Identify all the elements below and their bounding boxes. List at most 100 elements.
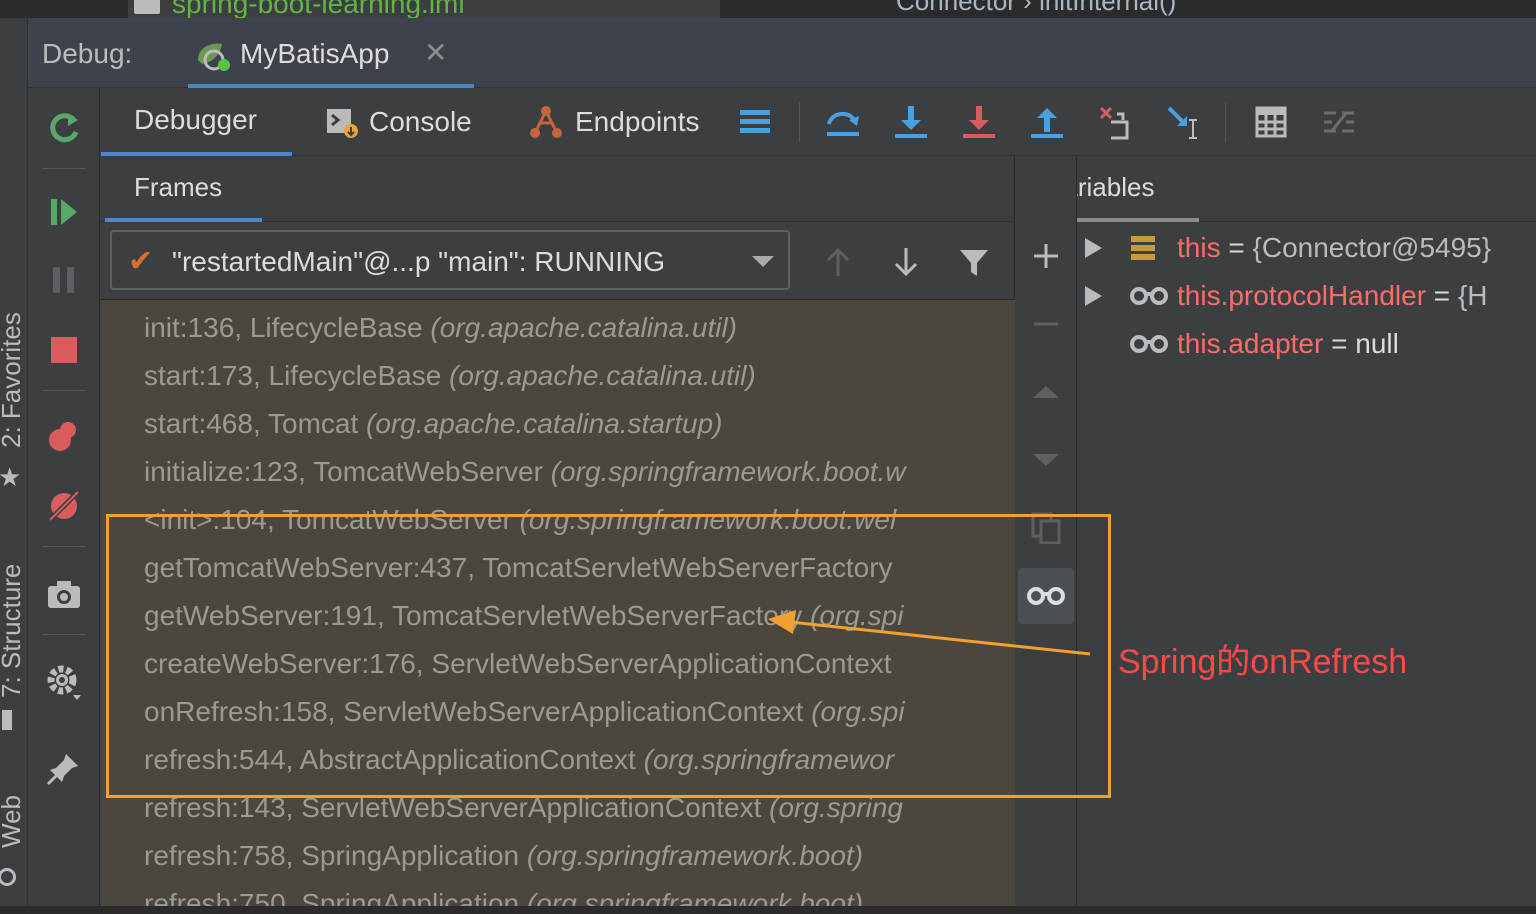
remove-watch-icon[interactable] bbox=[1026, 304, 1066, 344]
resume-program-icon[interactable] bbox=[44, 192, 84, 232]
variable-equals: = bbox=[1220, 232, 1253, 263]
tab-endpoints[interactable]: Endpoints bbox=[527, 88, 700, 156]
debug-tool-header: Debug: MyBatisApp ✕ bbox=[28, 18, 1536, 88]
thread-selector-value: "restartedMain"@...p "main": RUNNING bbox=[172, 246, 665, 277]
checkmark-icon: ✔ bbox=[128, 245, 154, 278]
expand-arrow-icon[interactable] bbox=[1085, 286, 1102, 306]
thread-selector[interactable]: ✔ "restartedMain"@...p "main": RUNNING bbox=[110, 230, 790, 290]
move-down-icon[interactable] bbox=[1026, 440, 1066, 480]
stack-frame-row[interactable]: getWebServer:191, TomcatServletWebServer… bbox=[144, 592, 903, 640]
settings-gear-icon[interactable] bbox=[44, 662, 84, 702]
console-icon bbox=[325, 105, 359, 139]
expand-arrow-icon[interactable] bbox=[1085, 238, 1102, 258]
copy-icon[interactable] bbox=[1026, 508, 1066, 548]
rerun-icon[interactable] bbox=[44, 108, 84, 148]
variables-panel: Variables this = {Connector@5495} this.p… bbox=[1077, 156, 1536, 914]
frame-package: (org.apache.catalina.util) bbox=[449, 360, 756, 391]
variable-name: this bbox=[1177, 232, 1221, 263]
tab-debugger-label: Debugger bbox=[134, 104, 257, 135]
star-icon: ★ bbox=[0, 462, 22, 492]
view-breakpoints-icon[interactable] bbox=[44, 416, 84, 456]
stack-frame-row[interactable]: createWebServer:176, ServletWebServerApp… bbox=[144, 640, 892, 688]
frame-method: getTomcatWebServer:437, TomcatServletWeb… bbox=[144, 552, 893, 583]
stack-frame-row[interactable]: refresh:758, SpringApplication (org.spri… bbox=[144, 832, 863, 880]
run-to-cursor-icon[interactable] bbox=[1165, 104, 1201, 140]
pin-tab-icon[interactable] bbox=[44, 748, 84, 788]
frame-package: (org.springframework.boot.wel bbox=[519, 504, 897, 535]
dropdown-arrow-icon bbox=[752, 256, 774, 267]
variable-row[interactable]: this = {Connector@5495} bbox=[1077, 224, 1536, 272]
field-icon bbox=[1131, 236, 1155, 260]
glasses-icon bbox=[1027, 587, 1065, 605]
variable-equals: = bbox=[1426, 280, 1458, 311]
step-into-icon[interactable] bbox=[893, 104, 929, 140]
endpoints-icon bbox=[527, 103, 565, 141]
evaluate-expression-icon[interactable] bbox=[1253, 104, 1289, 140]
stack-frame-row[interactable]: start:468, Tomcat (org.apache.catalina.s… bbox=[144, 400, 722, 448]
frames-header: Frames bbox=[101, 156, 1015, 222]
frame-package: (org.apache.catalina.startup) bbox=[366, 408, 723, 439]
frame-package: (org.springframework.boot) bbox=[526, 840, 864, 871]
previous-frame-icon[interactable] bbox=[820, 244, 856, 280]
mute-breakpoints-icon[interactable] bbox=[44, 486, 84, 526]
breadcrumb[interactable]: Connector › initInternal() bbox=[896, 0, 1176, 17]
move-up-icon[interactable] bbox=[1026, 372, 1066, 412]
frame-package: (org.springframework.boot.w bbox=[550, 456, 906, 487]
stack-frame-row[interactable]: initialize:123, TomcatWebServer (org.spr… bbox=[144, 448, 906, 496]
stack-frame-row[interactable]: onRefresh:158, ServletWebServerApplicati… bbox=[144, 688, 905, 736]
stop-icon[interactable] bbox=[44, 330, 84, 370]
tab-console-label: Console bbox=[369, 106, 472, 137]
run-config-label: MyBatisApp bbox=[240, 38, 390, 69]
stack-frame-row[interactable]: start:173, LifecycleBase (org.apache.cat… bbox=[144, 352, 756, 400]
step-out-icon[interactable] bbox=[1029, 104, 1065, 140]
frames-title[interactable]: Frames bbox=[105, 156, 262, 222]
variable-equals: = bbox=[1323, 328, 1356, 359]
pause-program-icon[interactable] bbox=[44, 260, 84, 300]
watch-icon bbox=[1130, 335, 1168, 353]
stack-frame-row[interactable]: refresh:544, AbstractApplicationContext … bbox=[144, 736, 894, 784]
variable-row[interactable]: this.protocolHandler = {H bbox=[1077, 272, 1536, 320]
drop-frame-icon[interactable] bbox=[1097, 104, 1133, 140]
frame-package: (org.spi bbox=[810, 600, 904, 631]
add-watch-icon[interactable] bbox=[1026, 236, 1066, 276]
stack-frame-row[interactable]: getTomcatWebServer:437, TomcatServletWeb… bbox=[144, 544, 893, 592]
variable-row[interactable]: this.adapter = null bbox=[1077, 320, 1536, 368]
frame-package: (org.apache.catalina.util) bbox=[430, 312, 738, 343]
camera-icon[interactable] bbox=[44, 574, 84, 614]
show-execution-point-icon[interactable] bbox=[737, 104, 773, 140]
variable-value: null bbox=[1355, 328, 1399, 359]
frames-list[interactable]: init:136, LifecycleBase (org.apache.cata… bbox=[101, 300, 1015, 914]
stack-frame-row[interactable]: init:136, LifecycleBase (org.apache.cata… bbox=[144, 304, 737, 352]
stack-frame-row[interactable]: <init>:104, TomcatWebServer (org.springf… bbox=[144, 496, 896, 544]
frame-method: getWebServer:191, TomcatServletWebServer… bbox=[144, 600, 803, 631]
frame-package: (org.spi bbox=[811, 696, 905, 727]
tab-debugger[interactable]: Debugger bbox=[101, 88, 292, 156]
web-tool-tab[interactable]: Web bbox=[0, 795, 27, 848]
frame-method: init:136, LifecycleBase bbox=[144, 312, 423, 343]
run-config-tab[interactable]: MyBatisApp ✕ bbox=[188, 18, 474, 88]
frames-panel: Frames ✔ "restartedMain"@...p "main": RU… bbox=[101, 156, 1015, 914]
project-file-name[interactable]: spring-boot-learning.iml bbox=[172, 0, 465, 18]
stack-frame-row[interactable]: refresh:143, ServletWebServerApplication… bbox=[144, 784, 903, 832]
debug-title: Debug: bbox=[42, 38, 133, 69]
debugger-tabs-row: Debugger Console Endpoints bbox=[101, 88, 1536, 156]
variable-name: this.protocolHandler bbox=[1177, 280, 1427, 311]
frame-method: onRefresh:158, ServletWebServerApplicati… bbox=[144, 696, 804, 727]
frame-method: initialize:123, TomcatWebServer bbox=[144, 456, 543, 487]
favorites-tool-tab[interactable]: 2: Favorites bbox=[0, 312, 27, 448]
frame-package: (org.springframewor bbox=[643, 744, 895, 775]
filter-icon[interactable] bbox=[956, 244, 992, 280]
next-frame-icon[interactable] bbox=[888, 244, 924, 280]
variables-title[interactable]: Variables bbox=[1077, 156, 1199, 222]
close-tab-icon[interactable]: ✕ bbox=[424, 36, 447, 69]
editor-tab-strip: spring-boot-learning.iml Connector › ini… bbox=[0, 0, 1536, 18]
trace-stream-icon[interactable] bbox=[1321, 104, 1357, 140]
watch-icon bbox=[1130, 287, 1168, 305]
tab-console[interactable]: Console bbox=[325, 88, 472, 156]
step-over-icon[interactable] bbox=[825, 104, 861, 140]
frame-method: refresh:143, ServletWebServerApplication… bbox=[144, 792, 762, 823]
structure-tool-tab[interactable]: 7: Structure bbox=[0, 564, 27, 698]
force-step-into-icon[interactable] bbox=[961, 104, 997, 140]
debug-action-bar bbox=[28, 88, 100, 914]
show-watches-toggle[interactable] bbox=[1018, 568, 1074, 624]
